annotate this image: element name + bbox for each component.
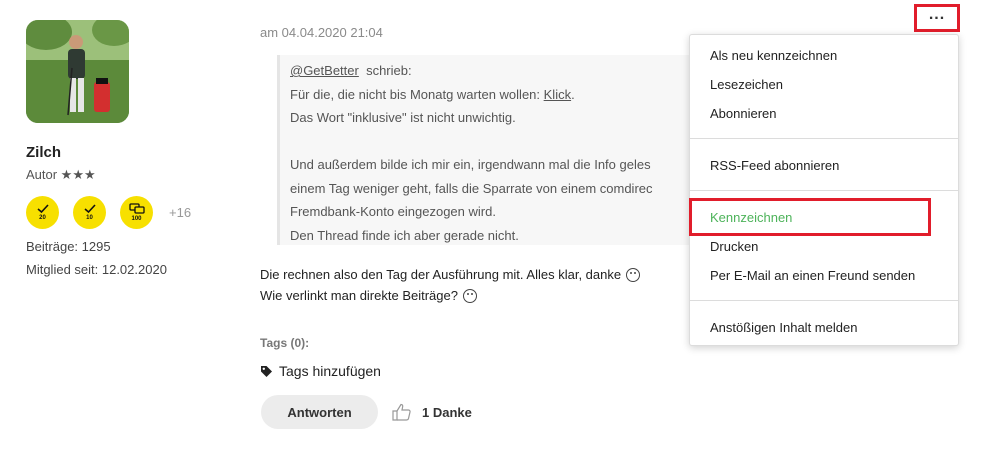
smiley-icon	[626, 267, 641, 282]
badge-count: 10	[86, 215, 93, 221]
menu-divider	[690, 190, 958, 191]
quote-block: @GetBetter schrieb: Für die, die nicht b…	[277, 55, 697, 245]
quote-line: .	[571, 86, 575, 102]
menu-item-flag[interactable]: Kennzeichnen	[710, 210, 792, 225]
post-body-text: Die rechnen also den Tag der Ausführung …	[260, 267, 622, 282]
quote-line: Das Wort "inklusive" ist nicht unwichtig…	[290, 110, 516, 125]
ellipsis-icon: ...	[928, 6, 946, 23]
speech-bubbles-icon	[128, 203, 145, 214]
reply-button[interactable]: Antworten	[261, 395, 378, 429]
like-control[interactable]: 1 Danke	[392, 403, 472, 421]
smiley-icon	[462, 288, 477, 303]
thumbs-up-icon[interactable]	[392, 403, 411, 421]
badge-check-20[interactable]: 20	[26, 196, 59, 229]
quote-line: Fremdbank-Konto eingezogen wird.	[290, 204, 496, 219]
menu-item-rss-subscribe[interactable]: RSS-Feed abonnieren	[710, 158, 839, 173]
post-body-line: Wie verlinkt man direkte Beiträge?	[260, 288, 477, 303]
menu-divider	[690, 138, 958, 139]
menu-item-email-friend[interactable]: Per E-Mail an einen Freund senden	[710, 268, 915, 283]
quote-line: Und außerdem bilde ich mir ein, irgendwa…	[290, 157, 651, 172]
check-icon	[36, 204, 49, 214]
author-rank: Autor ★★★	[26, 167, 96, 182]
post-options-button[interactable]: ...	[914, 4, 960, 32]
quote-line: Den Thread finde ich aber gerade nicht.	[290, 227, 519, 243]
author-post-count: Beiträge: 1295	[26, 239, 111, 254]
menu-item-report-content[interactable]: Anstößigen Inhalt melden	[710, 320, 857, 335]
author-member-since: Mitglied seit: 12.02.2020	[26, 262, 167, 277]
quote-line: Für die, die nicht bis Monatg warten wol…	[290, 86, 544, 102]
add-tags-label: Tags hinzufügen	[279, 363, 381, 379]
likes-count[interactable]: 1 Danke	[422, 405, 472, 420]
check-icon	[83, 204, 96, 214]
author-avatar[interactable]	[26, 20, 129, 123]
quote-line: einem Tag weniger geht, falls die Sparra…	[290, 180, 653, 196]
post-body-text: Wie verlinkt man direkte Beiträge?	[260, 288, 458, 303]
post-options-menu: Als neu kennzeichnen Lesezeichen Abonnie…	[689, 34, 959, 346]
badge-replies-100[interactable]: 100	[120, 196, 153, 229]
badge-check-10[interactable]: 10	[73, 196, 106, 229]
menu-item-mark-new[interactable]: Als neu kennzeichnen	[710, 48, 837, 63]
post-date: am 04.04.2020 21:04	[260, 25, 383, 40]
quote-klick-link[interactable]: Klick	[544, 87, 571, 102]
badge-count: 100	[131, 216, 142, 222]
quote-mention-link[interactable]: @GetBetter	[290, 63, 359, 78]
add-tags-link[interactable]: Tags hinzufügen	[260, 363, 381, 379]
author-name[interactable]: Zilch	[26, 144, 61, 161]
tags-label: Tags (0):	[260, 336, 310, 350]
tag-icon	[261, 365, 272, 377]
post-body-line: Die rechnen also den Tag der Ausführung …	[260, 267, 641, 282]
quote-wrote-label: schrieb:	[366, 63, 412, 78]
badge-list: 20 10 100 +16	[26, 196, 191, 229]
menu-divider	[690, 300, 958, 301]
badge-count: 20	[39, 215, 46, 221]
badges-more-link[interactable]: +16	[169, 205, 191, 220]
menu-item-print[interactable]: Drucken	[710, 239, 758, 254]
menu-item-bookmark[interactable]: Lesezeichen	[710, 77, 783, 92]
menu-item-subscribe[interactable]: Abonnieren	[710, 106, 777, 121]
